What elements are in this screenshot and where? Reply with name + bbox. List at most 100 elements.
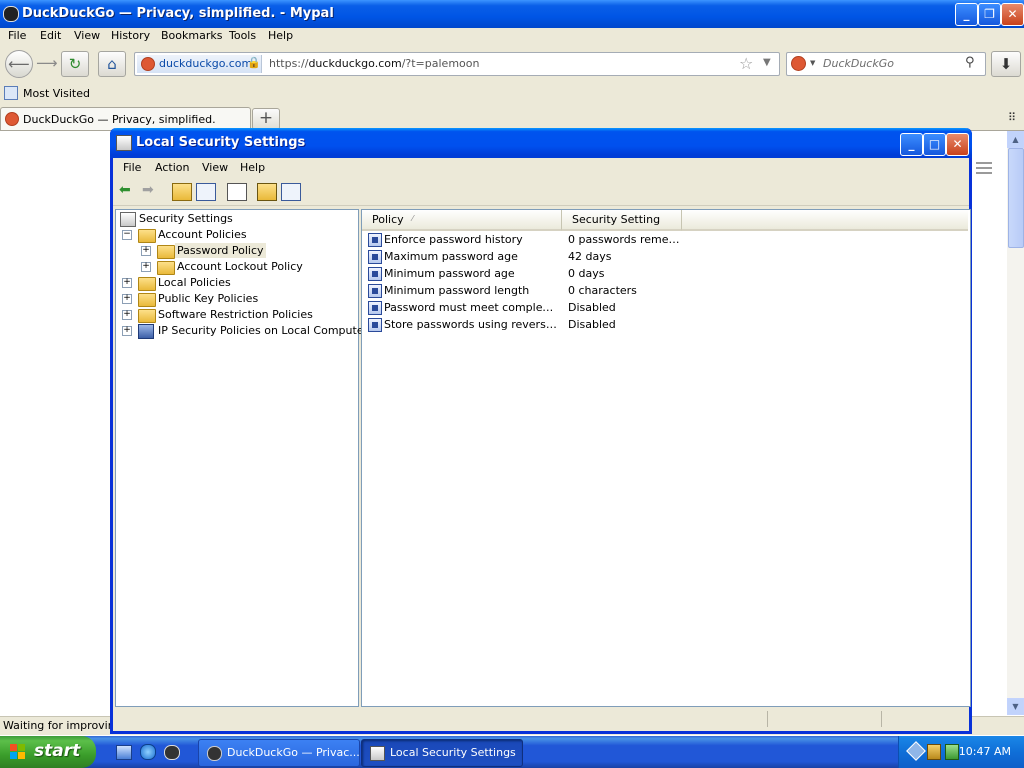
mmc-minimize-button[interactable]: _ [900,133,923,156]
page-scrollbar[interactable]: ▲ ▼ [1007,131,1024,715]
search-engine-icon[interactable] [791,56,806,71]
policy-name: Minimum password length [384,284,530,297]
table-row[interactable]: Minimum password age 0 days [366,266,686,283]
tray-tool-icon[interactable] [927,744,941,760]
reload-icon[interactable]: ↻ [61,51,89,77]
browser-restore-button[interactable]: ❐ [978,3,1001,26]
folder-icon [138,309,156,323]
table-row[interactable]: Enforce password history 0 passwords rem… [366,232,686,249]
mmc-back-icon[interactable]: ⬅ [119,182,131,198]
url-dropdown-icon[interactable]: ▼ [763,57,771,68]
scroll-up-button[interactable]: ▲ [1007,131,1024,148]
mmc-forward-icon[interactable]: ➡ [142,182,154,198]
table-row[interactable]: Store passwords using reversible encrypt… [366,317,686,334]
bookmarks-toolbar: Most Visited [0,82,1024,107]
search-bar[interactable]: ▼ DuckDuckGo ⚲ [786,52,986,76]
expand-icon[interactable]: + [141,262,151,272]
forward-arrow-icon[interactable]: ⟶ [36,54,58,72]
expand-icon[interactable]: + [122,326,132,336]
taskbar-item-duckduckgo[interactable]: DuckDuckGo — Privac... [198,739,360,767]
url-bar[interactable]: duckduckgo.com 🔒 https://duckduckgo.com/… [134,52,780,76]
tab-favicon-icon [5,112,19,126]
up-one-level-icon[interactable] [172,183,192,201]
expand-icon[interactable]: + [122,278,132,288]
tree-item-label: Public Key Policies [158,292,259,305]
browser-minimize-button[interactable]: _ [955,3,978,26]
collapse-icon[interactable]: − [122,230,132,240]
expand-icon[interactable]: + [122,294,132,304]
table-row[interactable]: Maximum password age 42 days [366,249,686,266]
url-scheme: https:// [269,57,309,70]
taskbar-item-label: Local Security Settings [390,746,516,759]
show-hide-tree-icon[interactable] [196,183,216,201]
menu-edit[interactable]: Edit [40,29,61,42]
menu-history[interactable]: History [111,29,150,42]
search-magnifier-icon[interactable]: ⚲ [965,55,975,70]
scroll-thumb[interactable] [1008,148,1024,248]
mmc-close-button[interactable]: ✕ [946,133,969,156]
table-row[interactable]: Minimum password length 0 characters [366,283,686,300]
start-button[interactable]: start [0,736,96,768]
scroll-down-button[interactable]: ▼ [1007,698,1024,715]
quick-launch-desktop-icon[interactable] [116,745,132,760]
mmc-menu-view[interactable]: View [202,161,228,174]
menu-help[interactable]: Help [268,29,293,42]
back-arrow-icon[interactable]: ⟵ [5,50,33,78]
network-computer-icon [138,324,154,339]
bookmark-star-icon[interactable]: ☆ [739,54,753,73]
tab-title: DuckDuckGo — Privacy, simplified. [23,113,216,126]
security-settings-task-icon [370,746,385,761]
mmc-menu-help[interactable]: Help [240,161,265,174]
menu-bookmarks[interactable]: Bookmarks [161,29,222,42]
site-identity-button[interactable]: duckduckgo.com 🔒 [137,55,262,73]
home-icon[interactable]: ⌂ [98,51,126,77]
table-row[interactable]: Password must meet complexity requiremen… [366,300,686,317]
expand-icon[interactable]: + [122,310,132,320]
browser-close-button[interactable]: ✕ [1001,3,1024,26]
sort-ascending-icon: ⁄ [412,214,414,223]
mmc-menu-bar: File Action View Help [113,158,969,178]
menu-file[interactable]: File [8,29,26,42]
column-header-label: Security Setting [572,213,661,226]
folder-lock-icon [138,277,156,291]
show-hide-action-pane-icon[interactable] [281,183,301,201]
taskbar-item-local-security-settings[interactable]: Local Security Settings [361,739,523,767]
folder-lock-icon [138,229,156,243]
quick-launch-ie-icon[interactable] [140,744,156,760]
tree-item-label: Account Policies [158,228,247,241]
tree-item-label: Software Restriction Policies [158,308,313,321]
menu-view[interactable]: View [74,29,100,42]
browser-window-title: DuckDuckGo — Privacy, simplified. - Mypa… [22,6,334,21]
mmc-menu-action[interactable]: Action [155,161,189,174]
expand-icon[interactable]: + [141,246,151,256]
quick-launch-browser-icon[interactable] [164,745,180,760]
policy-icon [368,267,382,281]
tray-network-icon[interactable] [906,741,926,761]
bookmark-most-visited[interactable]: Most Visited [23,87,90,100]
browser-title-bar[interactable]: DuckDuckGo — Privacy, simplified. - Mypa… [0,0,1024,28]
column-header-policy[interactable]: Policy ⁄ [362,210,562,231]
tab-duckduckgo[interactable]: DuckDuckGo — Privacy, simplified. [0,107,251,130]
site-identity-label: duckduckgo.com [159,57,253,70]
downloads-icon[interactable]: ⬇ [991,51,1021,77]
search-engine-dropdown-icon[interactable]: ▼ [810,59,815,67]
system-tray: 10:47 AM [898,736,1024,768]
mmc-menu-file[interactable]: File [123,161,141,174]
url-text[interactable]: https://duckduckgo.com/?t=palemoon [269,57,479,70]
mmc-maximize-button[interactable]: □ [923,133,946,156]
help-icon[interactable] [257,183,277,201]
tab-list-icon[interactable]: ⠿ [1008,111,1016,124]
tray-security-icon[interactable] [945,744,959,760]
duckduckgo-logo-icon [141,57,155,71]
mmc-title-bar[interactable]: Local Security Settings _ □ ✕ [110,128,972,158]
policy-name: Store passwords using reversible encrypt… [384,318,558,331]
search-placeholder: DuckDuckGo [823,57,894,70]
policy-icon [368,284,382,298]
page-menu-icon[interactable] [976,162,992,174]
column-header-filler [682,210,968,231]
menu-tools[interactable]: Tools [229,29,256,42]
status-divider [767,711,768,727]
export-list-icon[interactable] [227,183,247,201]
column-header-security-setting[interactable]: Security Setting [562,210,682,231]
new-tab-button[interactable]: + [252,108,280,130]
